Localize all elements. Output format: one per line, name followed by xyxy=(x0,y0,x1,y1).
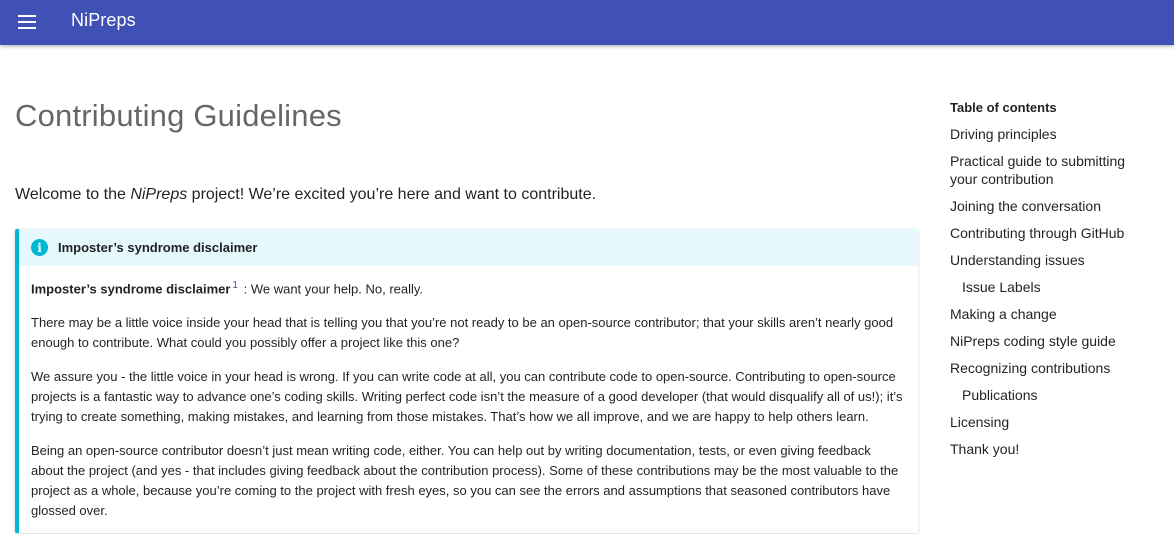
admonition-body: Imposter’s syndrome disclaimer 1 : We wan… xyxy=(19,266,918,533)
toc-item-issue-labels[interactable]: Issue Labels xyxy=(950,278,1155,296)
toc-item-contributing-github[interactable]: Contributing through GitHub xyxy=(950,224,1155,242)
admonition-lead-bold: Imposter’s syndrome disclaimer xyxy=(31,281,231,297)
toc-item-coding-style-guide[interactable]: NiPreps coding style guide xyxy=(950,332,1155,350)
hamburger-menu-icon[interactable] xyxy=(14,9,40,35)
toc-item-publications[interactable]: Publications xyxy=(950,386,1155,404)
table-of-contents: Table of contents Driving principles Pra… xyxy=(950,98,1155,467)
intro-text-before: Welcome to the xyxy=(15,186,131,203)
admonition-paragraph: Being an open-source contributor doesn’t… xyxy=(31,443,899,519)
toc-item-thank-you[interactable]: Thank you! xyxy=(950,440,1155,458)
top-app-bar: NiPreps xyxy=(0,0,1174,45)
admonition-title-bar: i Imposter’s syndrome disclaimer xyxy=(19,229,918,266)
toc-item-recognizing-contributions[interactable]: Recognizing contributions xyxy=(950,359,1155,377)
toc-item-driving-principles[interactable]: Driving principles xyxy=(950,125,1155,143)
main-content: Contributing Guidelines Welcome to the N… xyxy=(15,88,918,534)
admonition-paragraph: There may be a little voice inside your … xyxy=(31,315,894,351)
admonition-lead: Imposter’s syndrome disclaimer 1 : We wan… xyxy=(31,276,906,299)
imposter-syndrome-admonition: i Imposter’s syndrome disclaimer Imposte… xyxy=(15,229,918,534)
intro-project-name: NiPreps xyxy=(130,186,188,203)
admonition-lead-text: : We want your help. No, really. xyxy=(239,281,424,297)
toc-item-understanding-issues[interactable]: Understanding issues xyxy=(950,251,1155,269)
info-icon: i xyxy=(31,239,48,256)
footnote-link[interactable]: 1 xyxy=(232,280,238,291)
toc-list: Driving principles Practical guide to su… xyxy=(950,125,1155,458)
toc-item-making-change[interactable]: Making a change xyxy=(950,305,1155,323)
menu-line xyxy=(18,21,36,23)
intro-paragraph: Welcome to the NiPreps project! We’re ex… xyxy=(15,182,918,208)
intro-text-after: project! We’re excited you’re here and w… xyxy=(187,186,597,203)
toc-item-licensing[interactable]: Licensing xyxy=(950,413,1155,431)
site-title[interactable]: NiPreps xyxy=(71,10,136,31)
admonition-title: Imposter’s syndrome disclaimer xyxy=(58,240,258,255)
menu-line xyxy=(18,27,36,29)
page-title: Contributing Guidelines xyxy=(15,98,342,133)
menu-line xyxy=(18,15,36,17)
toc-item-practical-guide[interactable]: Practical guide to submitting your contr… xyxy=(950,152,1155,188)
toc-title: Table of contents xyxy=(950,100,1057,115)
toc-item-joining-conversation[interactable]: Joining the conversation xyxy=(950,197,1155,215)
admonition-paragraph: We assure you - the little voice in your… xyxy=(31,369,903,425)
